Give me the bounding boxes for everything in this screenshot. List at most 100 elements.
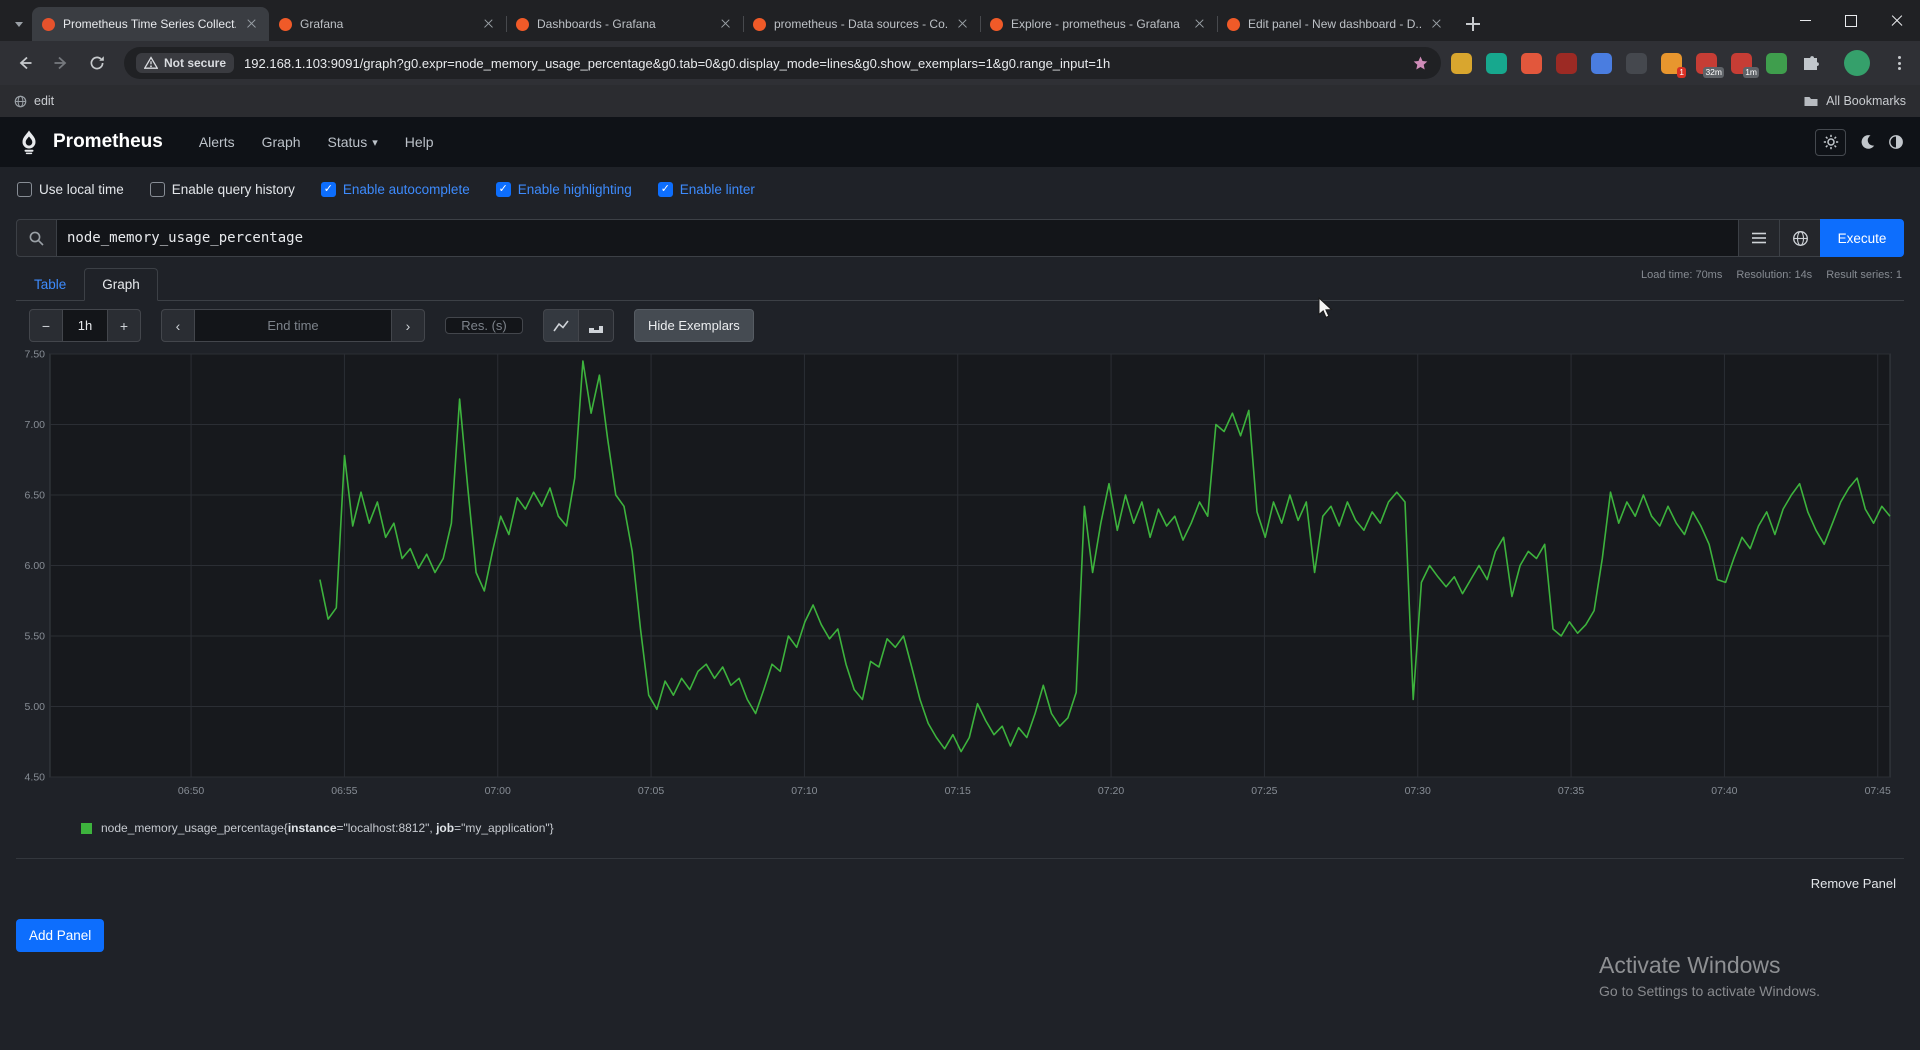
window-controls xyxy=(1782,0,1920,41)
result-series: Result series: 1 xyxy=(1826,269,1902,281)
option-enable-linter[interactable]: Enable linter xyxy=(658,182,755,197)
minimize-button[interactable] xyxy=(1782,0,1828,41)
teal-extension-icon[interactable] xyxy=(1486,53,1507,74)
bookmark-item-edit[interactable]: edit xyxy=(14,94,54,108)
close-icon[interactable] xyxy=(718,17,733,32)
warning-icon xyxy=(144,56,158,70)
back-button[interactable] xyxy=(8,46,42,80)
close-icon[interactable] xyxy=(481,17,496,32)
settings-button[interactable] xyxy=(1815,129,1846,156)
svg-text:06:50: 06:50 xyxy=(178,785,204,797)
forward-button[interactable] xyxy=(44,46,78,80)
dark-extension-icon[interactable] xyxy=(1626,53,1647,74)
options-row: Use local time Enable query history Enab… xyxy=(17,182,755,197)
red-extension-icon-b[interactable]: 1m xyxy=(1731,53,1752,74)
close-icon[interactable] xyxy=(1192,17,1207,32)
contrast-toggle-icon[interactable] xyxy=(1888,134,1904,150)
execute-button[interactable]: Execute xyxy=(1820,219,1904,257)
prometheus-navbar: Prometheus Alerts Graph Status▾ Help xyxy=(0,117,1920,167)
browser-tab-datasources[interactable]: prometheus - Data sources - Co... xyxy=(743,7,980,41)
maximize-button[interactable] xyxy=(1828,0,1874,41)
bookmark-star-icon[interactable] xyxy=(1412,55,1429,72)
navbar-right-icons xyxy=(1815,129,1904,156)
navbar-links: Alerts Graph Status▾ Help xyxy=(199,134,434,150)
next-time-button[interactable]: › xyxy=(391,309,425,342)
nav-link-alerts[interactable]: Alerts xyxy=(199,134,235,150)
prev-time-button[interactable]: ‹ xyxy=(161,309,195,342)
remove-panel-button[interactable]: Remove Panel xyxy=(1811,876,1896,891)
tab-title: Edit panel - New dashboard - D... xyxy=(1248,17,1421,31)
globe-icon xyxy=(1792,230,1809,247)
address-bar[interactable]: Not secure 192.168.1.103:9091/graph?g0.e… xyxy=(124,47,1441,79)
orange-red-extension-icon[interactable] xyxy=(1521,53,1542,74)
checkbox-unchecked[interactable] xyxy=(17,182,32,197)
browser-tab-editpanel[interactable]: Edit panel - New dashboard - D... xyxy=(1217,7,1454,41)
end-time-input[interactable] xyxy=(194,309,392,342)
pencil-extension-icon[interactable] xyxy=(1451,53,1472,74)
brand-title: Prometheus xyxy=(53,131,163,153)
browser-tab-dashboards[interactable]: Dashboards - Grafana xyxy=(506,7,743,41)
nav-link-graph[interactable]: Graph xyxy=(262,134,301,150)
globe-button[interactable] xyxy=(1779,219,1821,257)
all-bookmarks-button[interactable]: All Bookmarks xyxy=(1803,94,1906,108)
svg-text:07:40: 07:40 xyxy=(1711,785,1737,797)
moon-icon[interactable] xyxy=(1859,134,1875,150)
green-extension-icon[interactable] xyxy=(1766,53,1787,74)
profile-avatar[interactable] xyxy=(1844,50,1870,76)
option-enable-query-history[interactable]: Enable query history xyxy=(150,182,295,197)
prometheus-brand[interactable]: Prometheus xyxy=(16,129,163,155)
increase-range-button[interactable]: + xyxy=(107,309,141,342)
browser-tab-explore[interactable]: Explore - prometheus - Grafana xyxy=(980,7,1217,41)
decrease-range-button[interactable]: − xyxy=(29,309,63,342)
svg-text:74.50: 74.50 xyxy=(24,772,45,784)
tab-graph[interactable]: Graph xyxy=(84,268,158,301)
hide-exemplars-button[interactable]: Hide Exemplars xyxy=(634,309,754,342)
chart-type-group xyxy=(543,309,614,342)
range-input[interactable] xyxy=(62,309,108,342)
graph-panel[interactable]: 77.5077.0076.5076.0075.5075.0074.5006:50… xyxy=(24,348,1896,803)
stacked-chart-button[interactable] xyxy=(578,309,614,342)
checkbox-checked[interactable] xyxy=(496,182,511,197)
security-chip[interactable]: Not secure xyxy=(136,53,234,73)
series-legend[interactable]: node_memory_usage_percentage{instance="l… xyxy=(81,821,554,835)
resolution-input[interactable] xyxy=(445,317,523,334)
svg-text:07:00: 07:00 xyxy=(485,785,511,797)
orange-extension-icon[interactable]: 1 xyxy=(1661,53,1682,74)
close-icon[interactable] xyxy=(955,17,970,32)
browser-tab-grafana[interactable]: Grafana xyxy=(269,7,506,41)
extensions-puzzle-icon[interactable] xyxy=(1801,55,1820,72)
watermark-subtitle: Go to Settings to activate Windows. xyxy=(1599,983,1820,999)
time-series-chart[interactable]: 77.5077.0076.5076.0075.5075.0074.5006:50… xyxy=(24,348,1896,798)
expression-input[interactable] xyxy=(57,219,1739,257)
new-tab-button[interactable] xyxy=(1460,11,1486,37)
red-extension-icon-a[interactable]: 32m xyxy=(1696,53,1717,74)
grafana-favicon-icon xyxy=(990,18,1003,31)
tab-search-button[interactable] xyxy=(6,7,32,41)
add-panel-button[interactable]: Add Panel xyxy=(16,919,104,952)
checkbox-checked[interactable] xyxy=(321,182,336,197)
browser-menu-icon[interactable] xyxy=(1890,50,1908,76)
metrics-explorer-button[interactable] xyxy=(1738,219,1780,257)
dark-red-extension-icon[interactable] xyxy=(1556,53,1577,74)
url-text[interactable]: 192.168.1.103:9091/graph?g0.expr=node_me… xyxy=(244,56,1402,71)
checkbox-unchecked[interactable] xyxy=(150,182,165,197)
close-icon[interactable] xyxy=(244,17,259,32)
browser-tab-prometheus[interactable]: Prometheus Time Series Collect... xyxy=(32,7,269,41)
browser-tab-strip: Prometheus Time Series Collect... Grafan… xyxy=(0,0,1920,41)
tab-table[interactable]: Table xyxy=(16,268,84,301)
metrics-explorer-icon xyxy=(1751,231,1767,245)
checkbox-checked[interactable] xyxy=(658,182,673,197)
close-window-button[interactable] xyxy=(1874,0,1920,41)
reload-button[interactable] xyxy=(80,46,114,80)
option-use-local-time[interactable]: Use local time xyxy=(17,182,124,197)
option-enable-highlighting[interactable]: Enable highlighting xyxy=(496,182,632,197)
line-chart-button[interactable] xyxy=(543,309,579,342)
nav-link-status[interactable]: Status▾ xyxy=(328,134,378,150)
nav-link-help[interactable]: Help xyxy=(405,134,434,150)
close-icon[interactable] xyxy=(1429,17,1444,32)
blue-extension-icon[interactable] xyxy=(1591,53,1612,74)
tab-title: Dashboards - Grafana xyxy=(537,17,710,31)
option-enable-autocomplete[interactable]: Enable autocomplete xyxy=(321,182,470,197)
svg-text:77.00: 77.00 xyxy=(24,419,45,431)
query-bar: Execute xyxy=(16,219,1904,257)
